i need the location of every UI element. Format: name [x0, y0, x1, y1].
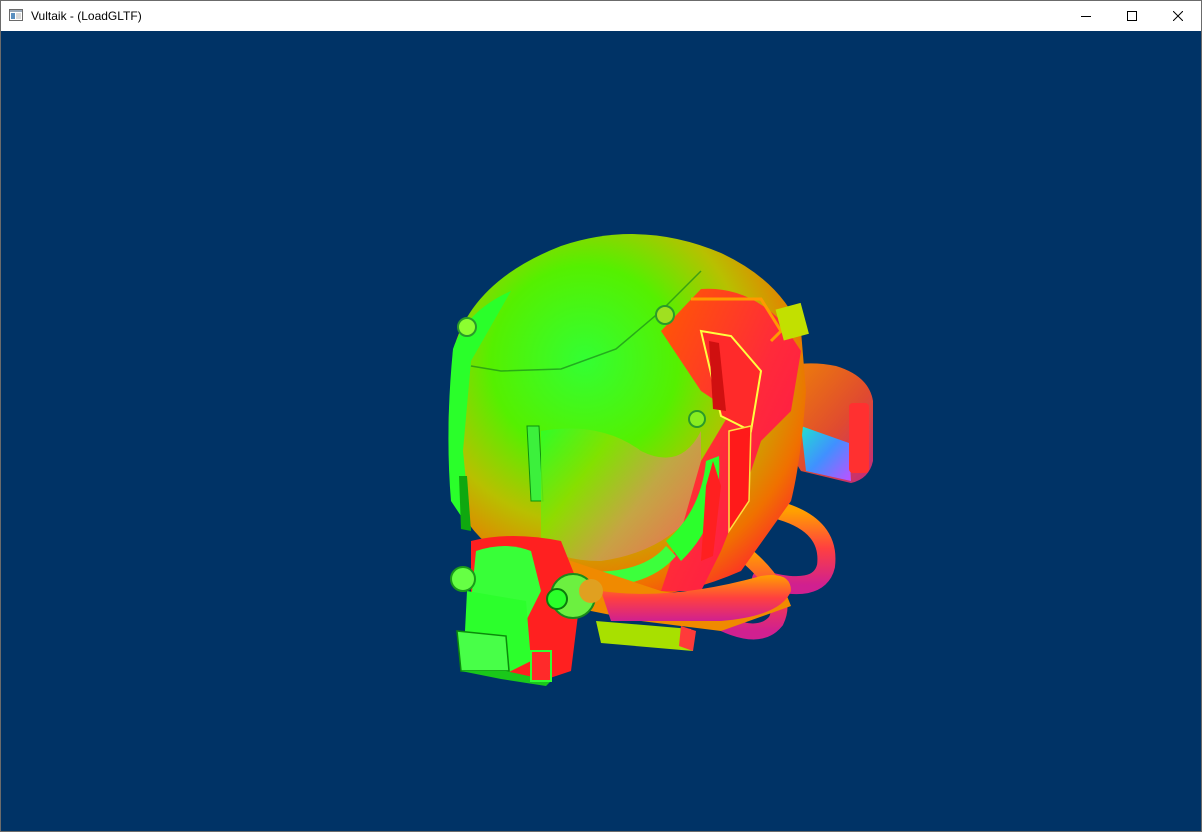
close-icon [1173, 11, 1183, 21]
minimize-button[interactable] [1063, 1, 1109, 31]
render-viewport[interactable] [1, 31, 1201, 831]
maximize-icon [1127, 11, 1137, 21]
helmet-model[interactable] [1, 31, 1201, 831]
title-bar[interactable]: Vultaik - (LoadGLTF) [1, 1, 1201, 31]
app-window: Vultaik - (LoadGLTF) [0, 0, 1202, 832]
minimize-icon [1081, 11, 1091, 21]
window-title: Vultaik - (LoadGLTF) [31, 9, 142, 23]
close-button[interactable] [1155, 1, 1201, 31]
maximize-button[interactable] [1109, 1, 1155, 31]
app-window-icon [9, 8, 23, 22]
